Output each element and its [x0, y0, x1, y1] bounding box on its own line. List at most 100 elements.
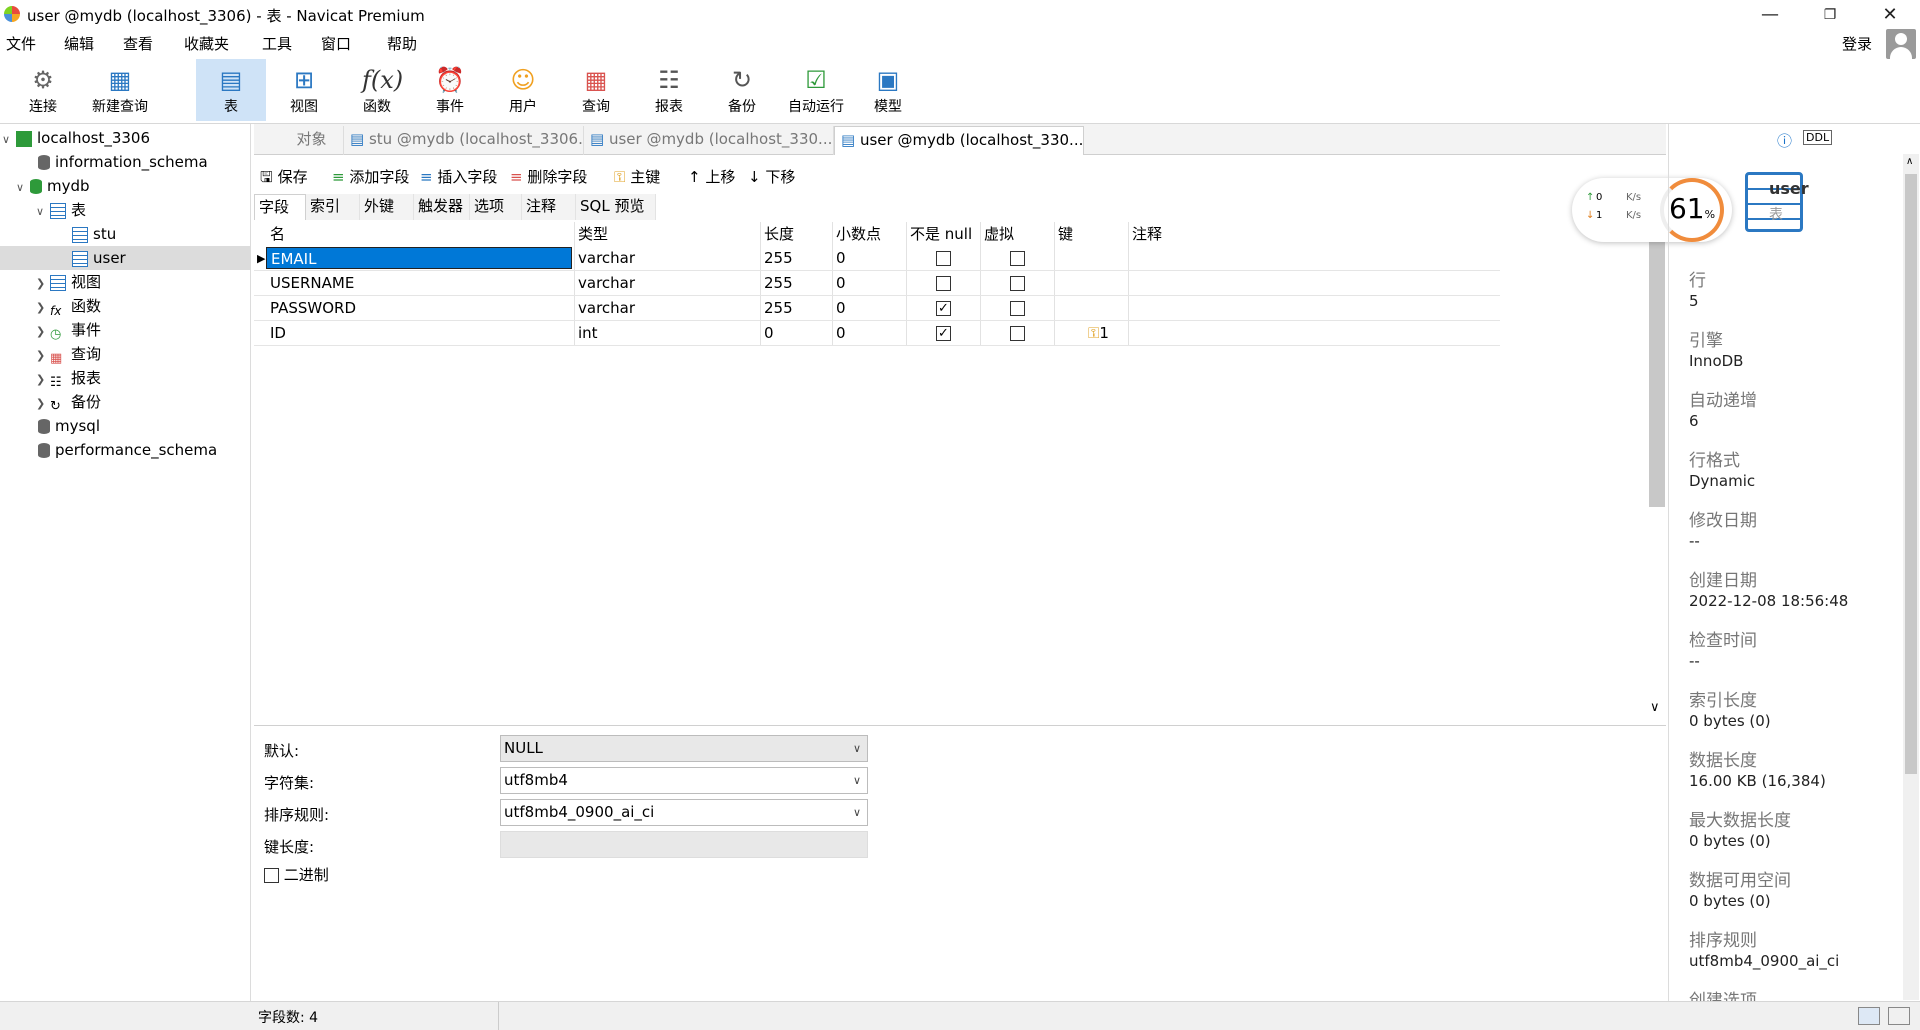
tree-backups-folder[interactable]: ❯ ↻ 备份 — [36, 390, 101, 414]
info-icon[interactable]: ⓘ — [1777, 130, 1792, 151]
minimize-button[interactable]: — — [1740, 0, 1800, 29]
not-null-checkbox[interactable] — [936, 276, 951, 291]
tree-table-stu[interactable]: stu — [72, 222, 116, 246]
tree-db-information-schema[interactable]: information_schema — [38, 150, 208, 174]
chevron-right-icon[interactable]: ❯ — [36, 392, 50, 416]
restore-button[interactable]: ❐ — [1800, 0, 1860, 29]
subtab-triggers[interactable]: 触发器 — [414, 194, 470, 220]
scroll-up-icon[interactable]: ∧ — [1906, 156, 1913, 167]
avatar[interactable] — [1886, 29, 1916, 59]
toolbar-autorun-button[interactable]: ☑ 自动运行 — [780, 59, 852, 121]
toolbar-event-button[interactable]: ⏰ 事件 — [415, 59, 485, 121]
field-decimals-cell[interactable]: 0 — [836, 246, 846, 271]
subtab-sql-preview[interactable]: SQL 预览 — [576, 194, 656, 220]
toolbar-function-button[interactable]: f(x) 函数 — [342, 59, 412, 121]
tree-db-mysql[interactable]: mysql — [38, 414, 100, 438]
table-row[interactable]: ID int 0 0 ✓ ⚿1 — [254, 321, 1500, 346]
subtab-options[interactable]: 选项 — [470, 194, 522, 220]
table-row[interactable]: ▶ EMAIL varchar 255 0 — [254, 246, 1500, 271]
menu-file[interactable]: 文件 — [6, 33, 36, 54]
insert-field-button[interactable]: ≡ 插入字段 — [420, 166, 497, 187]
toolbar-report-button[interactable]: ☷ 报表 — [634, 59, 704, 121]
tree-db-performance-schema[interactable]: performance_schema — [38, 438, 217, 462]
collation-select[interactable]: utf8mb4_0900_ai_ci ∨ — [500, 799, 868, 826]
scrollbar-thumb[interactable] — [1649, 222, 1665, 507]
menu-view[interactable]: 查看 — [123, 33, 153, 54]
toolbar-model-button[interactable]: ▣ 模型 — [853, 59, 923, 121]
chevron-right-icon[interactable]: ❯ — [36, 320, 50, 344]
scrollbar-thumb[interactable] — [1905, 174, 1917, 774]
field-type-cell[interactable]: varchar — [578, 296, 635, 321]
menu-edit[interactable]: 编辑 — [64, 33, 94, 54]
column-header-comment[interactable]: 注释 — [1132, 222, 1162, 246]
virtual-checkbox[interactable] — [1010, 301, 1025, 316]
virtual-checkbox[interactable] — [1010, 276, 1025, 291]
tab-objects[interactable]: 对象 — [274, 126, 344, 155]
column-header-not-null[interactable]: 不是 null — [910, 222, 972, 246]
not-null-checkbox[interactable] — [936, 251, 951, 266]
toolbar-query-button[interactable]: ▦ 查询 — [561, 59, 631, 121]
list-view-icon[interactable] — [1858, 1007, 1880, 1025]
chevron-right-icon[interactable]: ❯ — [36, 272, 50, 296]
field-name-cell[interactable]: EMAIL — [266, 247, 572, 269]
field-decimals-cell[interactable]: 0 — [836, 271, 846, 296]
toolbar-view-button[interactable]: ⊞ 视图 — [269, 59, 339, 121]
field-decimals-cell[interactable]: 0 — [836, 296, 846, 321]
column-header-type[interactable]: 类型 — [578, 222, 608, 246]
virtual-checkbox[interactable] — [1010, 251, 1025, 266]
scroll-down-icon[interactable]: ∨ — [1650, 700, 1660, 715]
table-row[interactable]: USERNAME varchar 255 0 — [254, 271, 1500, 296]
binary-checkbox[interactable]: 二进制 — [264, 864, 329, 885]
primary-key-button[interactable]: ⚿ 主键 — [614, 166, 660, 187]
chevron-right-icon[interactable]: ❯ — [36, 296, 50, 320]
subtab-indexes[interactable]: 索引 — [306, 194, 360, 220]
subtab-foreign-keys[interactable]: 外键 — [360, 194, 414, 220]
key-length-input[interactable] — [500, 831, 868, 858]
tree-reports-folder[interactable]: ❯ ☷ 报表 — [36, 366, 101, 390]
toolbar-connect-button[interactable]: ⚙ 连接 — [8, 59, 78, 121]
chevron-down-icon[interactable]: ∨ — [16, 176, 30, 200]
info-scrollbar[interactable]: ∧ — [1903, 154, 1919, 1000]
chevron-right-icon[interactable]: ❯ — [36, 344, 50, 368]
toolbar-table-button[interactable]: ▤ 表 — [196, 59, 266, 121]
add-field-button[interactable]: ≡ 添加字段 — [332, 166, 409, 187]
menu-favorites[interactable]: 收藏夹 — [184, 33, 229, 54]
field-length-cell[interactable]: 0 — [764, 321, 774, 346]
tab-user-design[interactable]: ▤ user @mydb (localhost_330... — [834, 126, 1084, 155]
charset-select[interactable]: utf8mb4 ∨ — [500, 767, 868, 794]
column-header-key[interactable]: 键 — [1058, 222, 1073, 246]
menu-help[interactable]: 帮助 — [387, 33, 417, 54]
close-button[interactable]: ✕ — [1860, 0, 1920, 29]
delete-field-button[interactable]: ≡ 删除字段 — [510, 166, 587, 187]
login-link[interactable]: 登录 — [1842, 33, 1872, 54]
primary-key-cell[interactable]: ⚿1 — [1088, 321, 1109, 346]
column-header-virtual[interactable]: 虚拟 — [984, 222, 1014, 246]
save-button[interactable]: 🖫 保存 — [260, 166, 308, 192]
tab-user-1[interactable]: ▤ user @mydb (localhost_330... — [584, 126, 834, 155]
ddl-icon[interactable]: DDL — [1803, 130, 1833, 145]
field-type-cell[interactable]: varchar — [578, 271, 635, 296]
toolbar-new-query-button[interactable]: ▦ 新建查询 — [84, 59, 156, 121]
field-type-cell[interactable]: int — [578, 321, 598, 346]
not-null-checkbox[interactable]: ✓ — [936, 301, 951, 316]
table-row[interactable]: PASSWORD varchar 255 0 ✓ — [254, 296, 1500, 321]
column-header-decimals[interactable]: 小数点 — [836, 222, 881, 246]
field-name-cell[interactable]: USERNAME — [270, 271, 354, 296]
field-name-cell[interactable]: ID — [270, 321, 286, 346]
tree-connection-localhost[interactable]: ∨ localhost_3306 — [2, 126, 150, 150]
subtab-fields[interactable]: 字段 — [254, 194, 306, 220]
tree-functions-folder[interactable]: ❯ fx 函数 — [36, 294, 101, 318]
move-down-button[interactable]: ↓ 下移 — [748, 166, 795, 187]
toolbar-backup-button[interactable]: ↻ 备份 — [707, 59, 777, 121]
tree-queries-folder[interactable]: ❯ ▦ 查询 — [36, 342, 101, 366]
grid-scrollbar[interactable]: ∨ — [1648, 222, 1666, 722]
tree-tables-folder[interactable]: ∨ 表 — [36, 198, 86, 222]
toolbar-user-button[interactable]: ☺ 用户 — [488, 59, 558, 121]
subtab-comments[interactable]: 注释 — [522, 194, 576, 220]
default-select[interactable]: NULL ∨ — [500, 735, 868, 762]
column-header-length[interactable]: 长度 — [764, 222, 794, 246]
menu-window[interactable]: 窗口 — [321, 33, 351, 54]
virtual-checkbox[interactable] — [1010, 326, 1025, 341]
move-up-button[interactable]: ↑ 上移 — [688, 166, 735, 187]
chevron-down-icon[interactable]: ∨ — [2, 128, 16, 152]
